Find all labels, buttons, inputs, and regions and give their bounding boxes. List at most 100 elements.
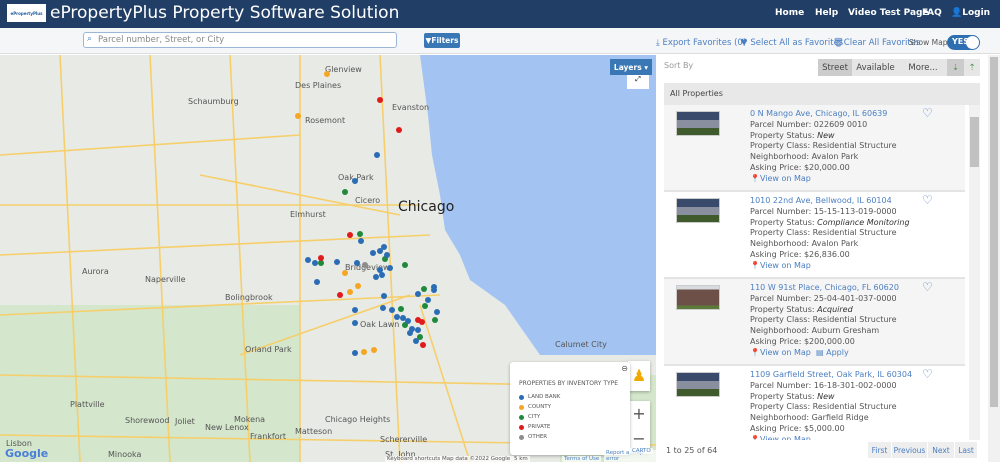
marker-land-bank[interactable] (415, 327, 421, 333)
marker-land-bank[interactable] (384, 252, 390, 258)
sort-available-button[interactable]: Available (852, 59, 899, 76)
clear-favorites-link[interactable]: 🗑Clear All Favorites (833, 38, 920, 48)
view-on-map-link[interactable]: 📍View on Map (750, 174, 811, 183)
apply-link[interactable]: ▤ Apply (816, 348, 849, 357)
street-view-pegman-icon[interactable]: ♟ (628, 361, 650, 391)
list-scrollbar[interactable] (969, 105, 980, 440)
marker-county[interactable] (324, 71, 330, 77)
zoom-in-button[interactable]: + (628, 401, 650, 426)
marker-land-bank[interactable] (387, 265, 393, 271)
page-scrollbar-thumb[interactable] (990, 57, 998, 407)
marker-city[interactable] (432, 317, 438, 323)
marker-city[interactable] (357, 231, 363, 237)
sort-ascending-icon[interactable]: ⇣ (947, 59, 964, 76)
marker-land-bank[interactable] (381, 293, 387, 299)
favorite-heart-icon[interactable]: ♡ (922, 107, 933, 119)
nav-help[interactable]: Help (815, 8, 838, 18)
nav-home[interactable]: Home (775, 8, 804, 18)
marker-county[interactable] (295, 113, 301, 119)
pager-first[interactable]: First (868, 442, 892, 458)
marker-land-bank[interactable] (352, 178, 358, 184)
marker-city[interactable] (342, 189, 348, 195)
list-scrollbar-thumb[interactable] (970, 117, 979, 167)
marker-city[interactable] (402, 262, 408, 268)
marker-land-bank[interactable] (370, 250, 376, 256)
marker-private[interactable] (396, 127, 402, 133)
marker-land-bank[interactable] (380, 305, 386, 311)
marker-land-bank[interactable] (431, 287, 437, 293)
marker-county[interactable] (361, 349, 367, 355)
marker-land-bank[interactable] (381, 244, 387, 250)
marker-city[interactable] (421, 286, 427, 292)
marker-land-bank[interactable] (434, 309, 440, 315)
app-logo[interactable]: ePropertyPlus (7, 4, 46, 22)
view-on-map-link[interactable]: 📍View on Map (750, 348, 811, 357)
marker-other[interactable] (362, 262, 368, 268)
pager-previous[interactable]: Previous (892, 442, 928, 458)
export-favorites-link[interactable]: ⤓ Export Favorites (0) (656, 38, 746, 48)
marker-county[interactable] (342, 270, 348, 276)
nav-video-test-page[interactable]: Video Test Page (848, 8, 929, 18)
marker-land-bank[interactable] (314, 279, 320, 285)
property-thumbnail[interactable] (676, 285, 720, 310)
marker-private[interactable] (347, 232, 353, 238)
marker-city[interactable] (422, 303, 428, 309)
marker-land-bank[interactable] (413, 338, 419, 344)
town-label: Frankfort (250, 432, 287, 441)
marker-private[interactable] (337, 292, 343, 298)
marker-land-bank[interactable] (425, 297, 431, 303)
sort-street-button[interactable]: Street (818, 59, 852, 76)
nav-login[interactable]: 👤Login (951, 8, 990, 18)
collapse-legend-icon[interactable]: ⊖ (621, 364, 628, 373)
favorite-heart-icon[interactable]: ♡ (922, 194, 933, 206)
marker-county[interactable] (347, 289, 353, 295)
marker-land-bank[interactable] (334, 259, 340, 265)
marker-land-bank[interactable] (305, 257, 311, 263)
layers-button[interactable]: Layers ▾ (610, 59, 652, 75)
marker-private[interactable] (420, 342, 426, 348)
property-thumbnail[interactable] (676, 111, 720, 136)
marker-land-bank[interactable] (358, 238, 364, 244)
keyboard-shortcuts-link[interactable]: Keyboard shortcuts (385, 456, 443, 462)
marker-land-bank[interactable] (389, 307, 395, 313)
marker-land-bank[interactable] (409, 326, 415, 332)
town-label: Elmhurst (290, 210, 326, 219)
heart-icon: ♥ (740, 38, 748, 48)
marker-land-bank[interactable] (415, 291, 421, 297)
view-on-map-link[interactable]: 📍View on Map (750, 261, 811, 270)
property-status: Property Status: New (750, 131, 965, 142)
property-thumbnail[interactable] (676, 198, 720, 223)
property-thumbnail[interactable] (676, 372, 720, 397)
marker-county[interactable] (371, 347, 377, 353)
select-all-favorites-link[interactable]: ♥ Select All as Favorites (740, 38, 843, 48)
marker-land-bank[interactable] (374, 152, 380, 158)
fullscreen-icon[interactable]: ⤢ (627, 75, 649, 89)
marker-land-bank[interactable] (352, 350, 358, 356)
marker-land-bank[interactable] (352, 320, 358, 326)
marker-land-bank[interactable] (405, 318, 411, 324)
sort-more-button[interactable]: More... (899, 59, 947, 76)
terms-link[interactable]: Terms of Use (562, 456, 602, 462)
marker-land-bank[interactable] (379, 272, 385, 278)
marker-city[interactable] (398, 306, 404, 312)
town-label: Matteson (295, 427, 333, 436)
sort-descending-icon[interactable]: ⇡ (964, 59, 980, 76)
pager-next[interactable]: Next (928, 442, 955, 458)
marker-land-bank[interactable] (352, 307, 358, 313)
view-on-map-link[interactable]: 📍View on Map (750, 435, 811, 440)
marker-land-bank[interactable] (354, 260, 360, 266)
favorite-heart-icon[interactable]: ♡ (922, 281, 933, 293)
marker-county[interactable] (355, 283, 361, 289)
pager-last[interactable]: Last (955, 442, 978, 458)
carto-link[interactable]: CARTO (630, 448, 653, 454)
favorite-heart-icon[interactable]: ♡ (922, 368, 933, 380)
filters-button[interactable]: ▼ Filters (424, 33, 460, 48)
nav-faq[interactable]: FAQ (922, 8, 942, 18)
show-map-toggle[interactable]: YES (947, 35, 980, 50)
marker-private[interactable] (318, 255, 324, 261)
marker-private[interactable] (377, 97, 383, 103)
search-input[interactable]: ⌕ Parcel number, Street, or City (83, 32, 397, 48)
marker-private[interactable] (419, 319, 425, 325)
page-scrollbar[interactable] (988, 55, 1000, 462)
map[interactable]: Evanston Schaumburg Des Plaines Glenview Ros… (0, 55, 656, 462)
